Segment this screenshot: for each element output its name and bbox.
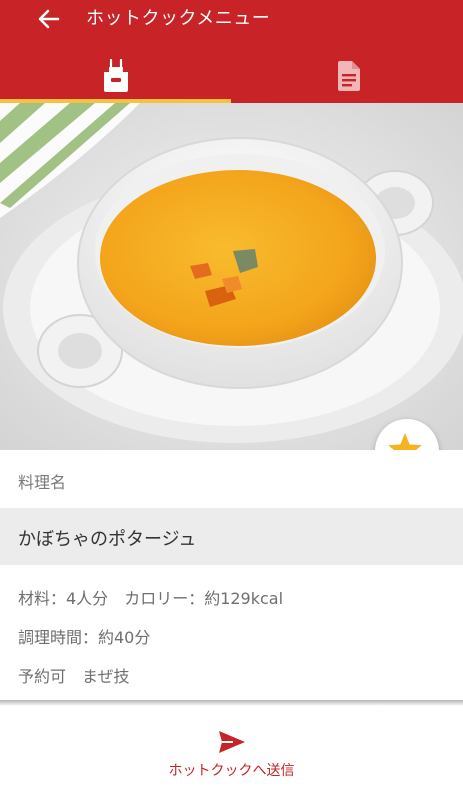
- back-button[interactable]: [34, 4, 64, 34]
- apron-icon: [103, 58, 128, 92]
- servings-calories-line: 材料：4人分 カロリー：約129kcal: [18, 585, 283, 609]
- cook-time-line: 調理時間：約40分: [18, 624, 150, 648]
- app-bar: ホットクックメニュー: [0, 0, 463, 103]
- document-icon: [337, 60, 360, 91]
- dish-name-row: かぼちゃのポタージュ: [0, 508, 463, 565]
- arrow-left-icon: [38, 9, 60, 29]
- feature-line: 予約可 まぜ技: [18, 663, 130, 687]
- mix-text: まぜ技: [82, 667, 130, 686]
- reserve-text: 予約可: [18, 667, 67, 686]
- dish-image: [0, 103, 463, 450]
- tab-recipe[interactable]: [0, 48, 231, 103]
- cook-time-text: 調理時間：約40分: [18, 628, 151, 647]
- page-title: ホットクックメニュー: [86, 8, 271, 29]
- title-bar: ホットクックメニュー: [0, 0, 463, 38]
- calories-text: カロリー：約129kcal: [124, 589, 284, 608]
- soup-illustration: [0, 103, 463, 450]
- app-root: ホットクックメニュー 料理名 かぼちゃのポタージュ 材料：4人分 カロリー：約1…: [0, 0, 463, 800]
- dish-name: かぼちゃのポタージュ: [18, 529, 197, 550]
- dish-name-label-row: 料理名: [0, 450, 463, 508]
- paper-plane-icon: [219, 731, 245, 753]
- send-label: ホットクックへ送信: [168, 763, 295, 779]
- ingredients-text: 材料：4人分: [18, 589, 109, 608]
- dish-name-label: 料理名: [18, 473, 67, 492]
- send-to-hotcook-button[interactable]: ホットクックへ送信: [0, 706, 463, 800]
- tab-bar: [0, 48, 463, 103]
- tab-detail[interactable]: [232, 48, 463, 103]
